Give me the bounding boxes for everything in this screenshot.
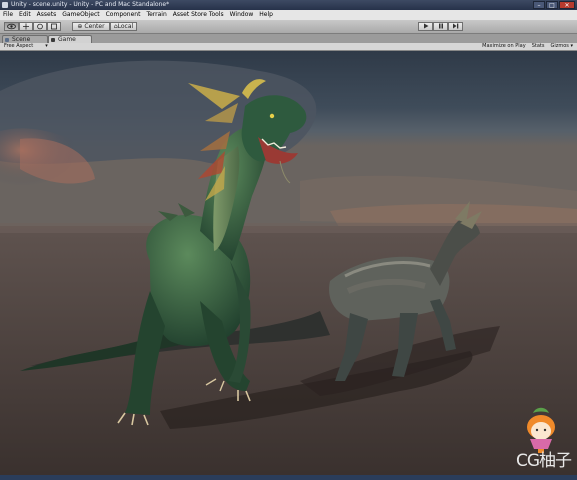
- aspect-label: Free Aspect: [4, 43, 34, 49]
- unity-app-icon: [2, 2, 8, 8]
- ground-plane: [0, 226, 577, 475]
- step-icon: [453, 23, 459, 29]
- move-tool-button[interactable]: [19, 22, 33, 31]
- transform-tools: [4, 22, 61, 31]
- os-taskbar: [0, 475, 577, 480]
- tab-game[interactable]: Game: [48, 35, 92, 43]
- pivot-toggles: ⊕ Center ⌂Local: [72, 22, 137, 31]
- horizon-haze: [0, 223, 577, 233]
- game-icon: [51, 38, 55, 42]
- stats-toggle[interactable]: Stats: [532, 43, 545, 50]
- title-bar: Unity - scene.unity - Unity - PC and Mac…: [0, 0, 577, 10]
- toolbar: ⊕ Center ⌂Local: [0, 20, 577, 34]
- window-title: Unity - scene.unity - Unity - PC and Mac…: [11, 1, 170, 8]
- menu-component[interactable]: Component: [103, 10, 144, 20]
- pause-icon: [438, 23, 443, 29]
- pivot-icon: ⊕: [77, 23, 83, 30]
- pivot-label: Center: [84, 23, 105, 30]
- local-label: Local: [117, 23, 134, 30]
- gizmos-label: Gizmos: [550, 43, 569, 49]
- maximize-on-play-toggle[interactable]: Maximize on Play: [482, 43, 526, 50]
- menu-gameobject[interactable]: GameObject: [59, 10, 102, 20]
- game-viewport[interactable]: [0, 51, 577, 475]
- view-tool-button[interactable]: [4, 22, 19, 31]
- aspect-dropdown[interactable]: Free Aspect ▾: [4, 43, 48, 50]
- playback-controls: [418, 22, 463, 31]
- window-controls: – □ ✕: [533, 1, 575, 9]
- view-tabs: Scene Game: [0, 34, 577, 43]
- game-view-bar: Free Aspect ▾ Maximize on Play Stats Gizm…: [0, 43, 577, 51]
- scale-icon: [51, 23, 57, 30]
- pause-button[interactable]: [433, 22, 448, 31]
- scale-tool-button[interactable]: [47, 22, 61, 31]
- dragon-scene-render: [0, 51, 577, 475]
- menu-file[interactable]: File: [0, 10, 16, 20]
- menu-assets[interactable]: Assets: [34, 10, 60, 20]
- chevron-down-icon: ▾: [45, 43, 48, 49]
- scene-icon: [5, 38, 9, 42]
- maximize-icon[interactable]: □: [546, 1, 558, 9]
- menu-edit[interactable]: Edit: [16, 10, 34, 20]
- play-button[interactable]: [418, 22, 433, 31]
- rotate-tool-button[interactable]: [33, 22, 47, 31]
- step-button[interactable]: [448, 22, 463, 31]
- rotate-icon: [37, 23, 43, 30]
- eye-icon: [7, 23, 16, 30]
- close-icon[interactable]: ✕: [559, 1, 575, 9]
- pivot-center-button[interactable]: ⊕ Center: [72, 22, 110, 31]
- tab-scene-label: Scene: [12, 36, 31, 43]
- pivot-local-button[interactable]: ⌂Local: [110, 22, 137, 31]
- menu-bar: File Edit Assets GameObject Component Te…: [0, 10, 577, 20]
- watermark-text: CG柚子: [516, 451, 572, 471]
- tab-game-label: Game: [58, 36, 76, 43]
- gizmos-dropdown[interactable]: Gizmos ▾: [550, 43, 573, 50]
- tab-scene[interactable]: Scene: [2, 35, 48, 43]
- minimize-icon[interactable]: –: [533, 1, 545, 9]
- menu-asset-store-tools[interactable]: Asset Store Tools: [170, 10, 227, 20]
- move-arrows-icon: [23, 23, 29, 30]
- play-icon: [423, 23, 428, 29]
- menu-help[interactable]: Help: [256, 10, 276, 20]
- menu-window[interactable]: Window: [227, 10, 257, 20]
- game-view-options: Maximize on Play Stats Gizmos ▾: [482, 43, 573, 50]
- menu-terrain[interactable]: Terrain: [143, 10, 169, 20]
